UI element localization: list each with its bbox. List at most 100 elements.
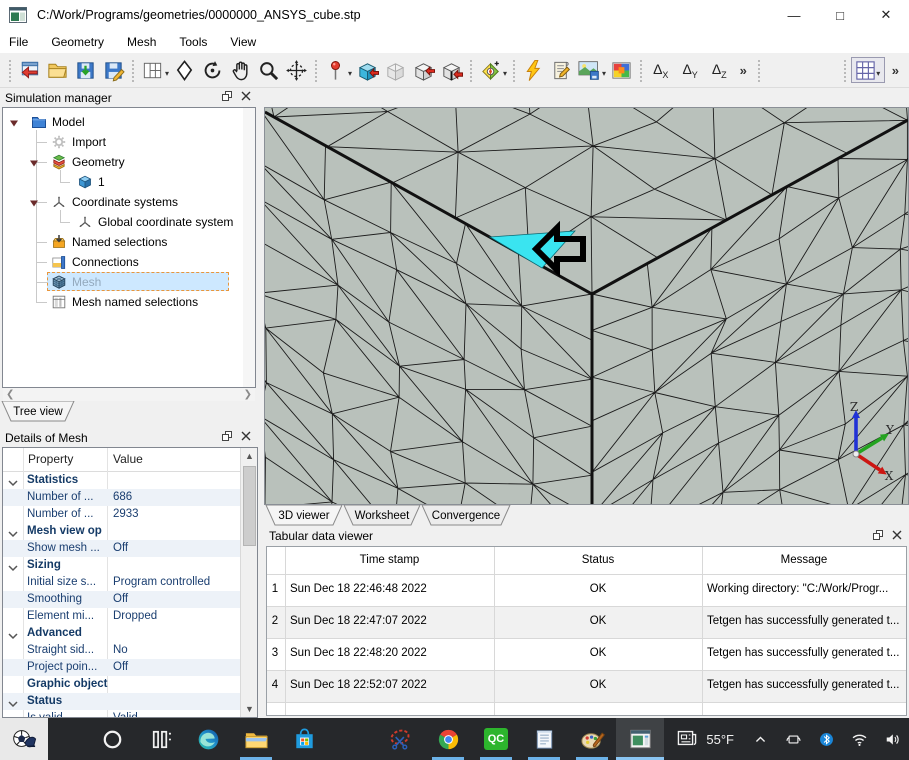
snapshot-icon[interactable] (576, 57, 602, 83)
details-value[interactable]: Off (113, 661, 238, 673)
menu-tools[interactable]: Tools (179, 35, 207, 49)
save-as-icon[interactable] (100, 57, 126, 83)
tree-item-mesh[interactable]: Mesh (3, 272, 255, 292)
tray-cast-icon[interactable] (782, 728, 805, 751)
layout-panes-dropdown-icon[interactable]: ▾ (165, 69, 169, 78)
details-value[interactable]: Program controlled (113, 576, 238, 588)
close-button[interactable]: ✕ (863, 0, 909, 30)
toolbar-overflow-icon[interactable]: » (892, 63, 899, 78)
scroll-up-icon[interactable]: ▲ (241, 448, 258, 464)
delta-x-button[interactable]: ΔX (653, 61, 668, 80)
details-value[interactable]: Off (113, 593, 238, 605)
section-collapse-icon[interactable] (8, 476, 18, 490)
close-panel-icon[interactable] (240, 430, 252, 445)
details-row-initial-size-s[interactable]: Initial size s...Program controlled (3, 574, 240, 591)
expander-down-icon[interactable] (29, 157, 39, 167)
section-collapse-icon[interactable] (8, 629, 18, 643)
details-row-project-poin[interactable]: Project poin...Off (3, 659, 240, 676)
menu-view[interactable]: View (230, 35, 256, 49)
layout-panes-icon[interactable] (139, 57, 165, 83)
details-row-advanced[interactable]: Advanced (3, 625, 240, 642)
tray-volume-icon[interactable] (881, 728, 904, 751)
weather-widget[interactable]: 55°F (665, 726, 744, 753)
details-row-graphic-object[interactable]: Graphic object (3, 676, 240, 693)
tab-tree-view[interactable]: Tree view (2, 401, 74, 421)
tabular-col-status[interactable]: Status (494, 554, 702, 566)
delta-y-button[interactable]: ΔY (682, 61, 697, 80)
section-collapse-icon[interactable] (8, 561, 18, 575)
tab-convergence[interactable]: Convergence (422, 505, 510, 525)
details-row-smoothing[interactable]: SmoothingOff (3, 591, 240, 608)
zoom-magnifier-icon[interactable] (255, 57, 281, 83)
snapshot-dropdown-icon[interactable]: ▾ (602, 69, 606, 78)
details-value[interactable]: 686 (113, 491, 238, 503)
script-log-icon[interactable] (548, 57, 574, 83)
section-collapse-icon[interactable] (8, 697, 18, 711)
details-row-number-of[interactable]: Number of ...686 (3, 489, 240, 506)
color-palette-icon[interactable] (608, 57, 634, 83)
details-row-number-of[interactable]: Number of ...2933 (3, 506, 240, 523)
menu-geometry[interactable]: Geometry (51, 35, 104, 49)
details-scrollbar[interactable]: ▲▼ (240, 448, 257, 717)
close-panel-icon[interactable] (240, 90, 252, 105)
select-face-icon[interactable] (410, 57, 436, 83)
grid-table-icon[interactable]: ▾ (851, 57, 885, 83)
details-row-is-valid[interactable]: Is validValid (3, 710, 240, 718)
float-panel-icon[interactable] (221, 430, 233, 445)
expander-down-icon[interactable] (29, 197, 39, 207)
tree-item-global-coordinate-system[interactable]: Global coordinate system (3, 212, 255, 232)
tree-item-mesh-named-selections[interactable]: Mesh named selections (3, 292, 255, 312)
tab-3d-viewer[interactable]: 3D viewer (266, 505, 342, 525)
details-value[interactable]: No (113, 644, 238, 656)
details-row-sizing[interactable]: Sizing (3, 557, 240, 574)
save-icon[interactable] (72, 57, 98, 83)
section-collapse-icon[interactable] (8, 527, 18, 541)
tree-item-model[interactable]: Model (3, 112, 255, 132)
taskbar-mesh-app[interactable] (616, 718, 664, 760)
scroll-thumb[interactable] (243, 466, 256, 546)
tray-bluetooth-icon[interactable] (815, 728, 838, 751)
taskbar-paint[interactable] (568, 718, 616, 760)
tree-item-coordinate-systems[interactable]: Coordinate systems (3, 192, 255, 212)
tabular-col-time-stamp[interactable]: Time stamp (285, 554, 494, 566)
taskbar-soccer-app[interactable] (0, 718, 48, 760)
import-part-icon[interactable] (16, 57, 42, 83)
tree-item-named-selections[interactable]: Named selections (3, 232, 255, 252)
expander-down-icon[interactable] (9, 117, 19, 127)
menu-mesh[interactable]: Mesh (127, 35, 156, 49)
details-row-show-mesh[interactable]: Show mesh ...Off (3, 540, 240, 557)
taskbar-file-explorer[interactable] (232, 718, 280, 760)
maximize-button[interactable]: □ (817, 0, 863, 30)
taskbar-snipping-tool[interactable] (376, 718, 424, 760)
select-body-icon[interactable] (354, 57, 380, 83)
fit-crosshair-icon[interactable] (283, 57, 309, 83)
close-panel-icon[interactable] (891, 529, 903, 544)
delta-z-button[interactable]: ΔZ (712, 61, 727, 80)
tree-vertical-scrollbar[interactable] (243, 108, 255, 387)
tree-item-connections[interactable]: Connections (3, 252, 255, 272)
tree-item-1[interactable]: 1 (3, 172, 255, 192)
tree-horizontal-scrollbar[interactable]: ❮ ❯ (3, 388, 255, 401)
details-row-status[interactable]: Status (3, 693, 240, 710)
details-value[interactable]: Dropped (113, 610, 238, 622)
rotate-view-icon[interactable] (199, 57, 225, 83)
taskbar-store[interactable] (280, 718, 328, 760)
toolbar-overflow-icon[interactable]: » (740, 63, 747, 78)
float-panel-icon[interactable] (221, 90, 233, 105)
open-folder-icon[interactable] (44, 57, 70, 83)
tray-wifi-icon[interactable] (848, 728, 871, 751)
pan-hand-icon[interactable] (227, 57, 253, 83)
scroll-right-icon[interactable]: ❯ (244, 390, 252, 400)
details-row-element-mi[interactable]: Element mi...Dropped (3, 608, 240, 625)
generate-bolt-icon[interactable] (520, 57, 546, 83)
menu-file[interactable]: File (9, 35, 28, 49)
hide-body-icon[interactable] (382, 57, 408, 83)
minimize-button[interactable]: — (771, 0, 817, 30)
taskbar-mail[interactable] (328, 718, 376, 760)
3d-viewport[interactable]: ZYX (264, 107, 909, 505)
taskbar-qc-app[interactable]: QC (472, 718, 520, 760)
taskbar-edge[interactable] (184, 718, 232, 760)
details-row-straight-sid[interactable]: Straight sid...No (3, 642, 240, 659)
tree-item-import[interactable]: Import (3, 132, 255, 152)
coordinate-compass-icon[interactable] (477, 57, 503, 83)
